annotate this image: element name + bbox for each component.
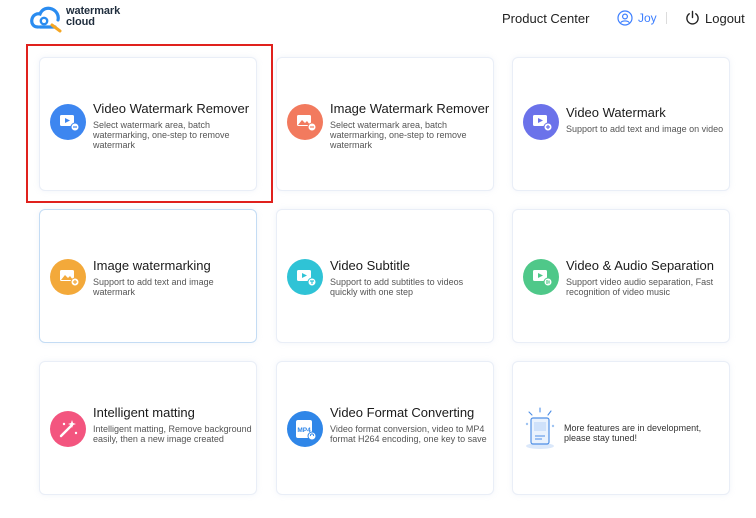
card-description: Support to add subtitles to videos quick… — [330, 277, 464, 297]
card-description: Video format conversion, video to MP4 fo… — [330, 424, 487, 444]
logout-label: Logout — [705, 10, 745, 26]
development-notice: More features are in development, please… — [564, 423, 702, 443]
card-description: Intelligent matting, Remove background e… — [93, 424, 252, 444]
development-icon — [523, 406, 557, 450]
username-label: Joy — [638, 11, 657, 25]
card-more-features: More features are in development, please… — [512, 361, 730, 495]
card-intelligent-matting[interactable]: Intelligent matting Intelligent matting,… — [39, 361, 257, 495]
logo[interactable]: watermark cloud — [30, 5, 140, 33]
mp4-file-icon: MP4 — [287, 411, 323, 447]
video-subtitle-icon — [287, 259, 323, 295]
image-watermark-icon — [50, 259, 86, 295]
card-description: Support video audio separation, Fast rec… — [566, 277, 714, 297]
card-title: Video Subtitle — [330, 258, 410, 273]
image-eraser-icon — [287, 104, 323, 140]
audio-separation-icon — [523, 259, 559, 295]
card-description: Support to add text and image watermark — [93, 277, 214, 297]
power-icon — [686, 10, 699, 25]
selection-highlight — [26, 44, 273, 203]
card-title: Video Watermark — [566, 105, 666, 120]
card-description: Select watermark area, batch watermarkin… — [330, 120, 467, 150]
card-title: Image Watermark Remover — [330, 101, 490, 116]
user-menu[interactable]: Joy — [617, 9, 657, 27]
card-description: Support to add text and image on video — [566, 124, 724, 134]
user-icon — [617, 10, 633, 26]
card-image-watermark-remover[interactable]: Image Watermark Remover Select watermark… — [276, 57, 494, 191]
card-video-watermark[interactable]: Video Watermark Support to add text and … — [512, 57, 730, 191]
cloud-logo-icon — [30, 6, 62, 33]
card-title: Video & Audio Separation — [566, 258, 714, 273]
logout-button[interactable]: Logout — [685, 9, 745, 27]
logo-text-line2: cloud — [66, 16, 95, 28]
card-image-watermarking[interactable]: Image watermarking Support to add text a… — [39, 209, 257, 343]
card-title: Image watermarking — [93, 258, 211, 273]
card-title: Intelligent matting — [93, 405, 195, 420]
nav-divider — [666, 12, 667, 24]
card-video-format-converting[interactable]: MP4 Video Format Converting Video format… — [276, 361, 494, 495]
video-watermark-icon — [523, 104, 559, 140]
card-video-audio-separation[interactable]: Video & Audio Separation Support video a… — [512, 209, 730, 343]
card-title: Video Format Converting — [330, 405, 475, 420]
product-center-link[interactable]: Product Center — [502, 11, 589, 26]
magic-wand-icon — [50, 411, 86, 447]
card-video-subtitle[interactable]: Video Subtitle Support to add subtitles … — [276, 209, 494, 343]
top-header: watermark cloud Product Center Joy Logou… — [0, 0, 756, 38]
